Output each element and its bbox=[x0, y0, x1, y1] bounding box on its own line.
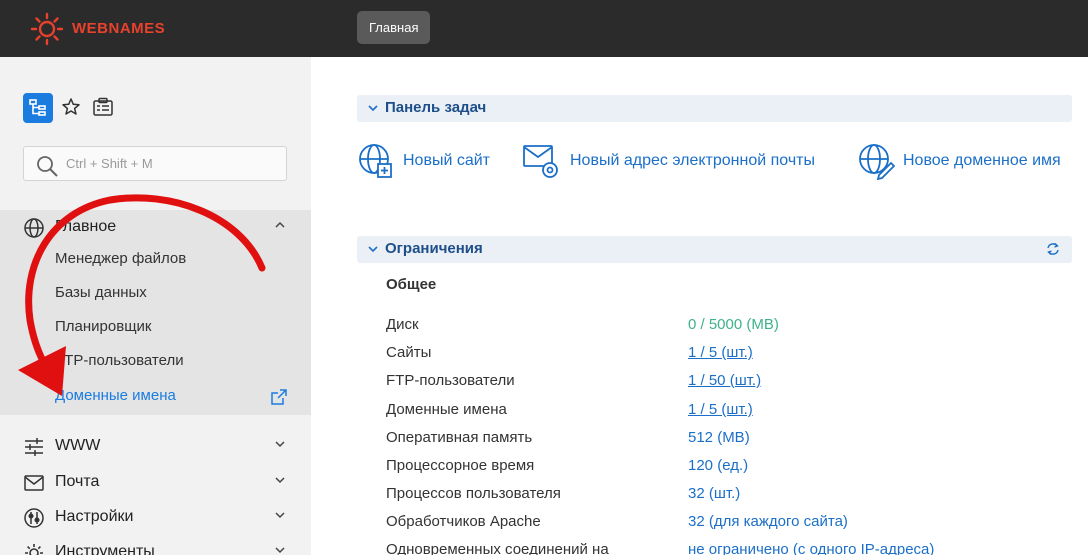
globe-plus-icon bbox=[359, 144, 392, 178]
tree-icon bbox=[29, 99, 46, 116]
star-icon bbox=[62, 98, 80, 115]
limit-key: Сайты bbox=[386, 344, 432, 361]
globe-icon bbox=[24, 218, 44, 238]
task-new-email-label: Новый адрес электронной почты bbox=[570, 152, 815, 169]
limits-section-title: Общее bbox=[386, 276, 437, 293]
external-link-icon[interactable] bbox=[270, 388, 288, 406]
limit-key: Процессорное время bbox=[386, 457, 535, 474]
search-input[interactable] bbox=[66, 153, 276, 174]
nav-group-tools-label: Инструменты bbox=[55, 543, 155, 555]
task-new-domain-label: Новое доменное имя bbox=[903, 152, 1061, 169]
limit-value: 0 / 5000 (MB) bbox=[688, 316, 779, 333]
clipboard-button[interactable] bbox=[92, 97, 114, 122]
tools-icon bbox=[25, 544, 43, 555]
nav-group-mail[interactable]: Почта bbox=[0, 465, 311, 499]
sliders-icon bbox=[25, 438, 43, 456]
settings-icon bbox=[24, 508, 44, 528]
limit-row: Доменные имена 1 / 5 (шт.) bbox=[386, 401, 1076, 421]
sidebar-item-ftp-users[interactable]: FTP-пользователи bbox=[55, 352, 184, 369]
task-new-site-label: Новый сайт bbox=[403, 152, 490, 169]
nav-group-main: Главное bbox=[0, 210, 311, 415]
task-new-domain[interactable]: Новое доменное имя bbox=[857, 142, 1061, 180]
limit-row: Процессорное время 120 (ед.) bbox=[386, 457, 1076, 477]
nav-group-main-label: Главное bbox=[55, 218, 117, 235]
limit-key: Оперативная память bbox=[386, 429, 533, 446]
nav-group-settings[interactable]: Настройки bbox=[0, 500, 311, 534]
task-new-site[interactable]: Новый сайт bbox=[357, 142, 490, 180]
sidebar-item-file-manager[interactable]: Менеджер файлов bbox=[55, 250, 186, 267]
task-new-email[interactable]: Новый адрес электронной почты bbox=[522, 142, 815, 180]
limit-row: Диск 0 / 5000 (MB) bbox=[386, 316, 1076, 336]
limit-value: 32 (шт.) bbox=[688, 485, 741, 502]
limit-value-link[interactable]: 1 / 5 (шт.) bbox=[688, 401, 753, 418]
chevron-down-icon bbox=[275, 441, 285, 448]
limits-panel-header[interactable]: Ограничения bbox=[357, 236, 1072, 263]
refresh-icon[interactable] bbox=[1046, 242, 1060, 256]
limit-value-link[interactable]: 1 / 5 (шт.) bbox=[688, 344, 753, 361]
chevron-down-icon bbox=[368, 105, 378, 112]
logo-sun-icon bbox=[30, 12, 64, 46]
nav-group-main-header[interactable]: Главное bbox=[0, 210, 311, 244]
limit-key: Одновременных соединений на bbox=[386, 541, 609, 555]
limit-value-link[interactable]: 1 / 50 (шт.) bbox=[688, 372, 761, 389]
limit-value: 120 (ед.) bbox=[688, 457, 749, 474]
nav-group-tools[interactable]: Инструменты bbox=[0, 535, 311, 555]
limits-panel-title: Ограничения bbox=[385, 240, 483, 257]
chevron-up-icon bbox=[275, 221, 285, 228]
limit-key: Обработчиков Apache bbox=[386, 513, 541, 530]
limit-key: Доменные имена bbox=[386, 401, 507, 418]
chevron-down-icon bbox=[275, 512, 285, 519]
limit-value: 512 (MB) bbox=[688, 429, 750, 446]
search-icon bbox=[37, 156, 58, 177]
sidebar: Главное Менеджер файлов Базы данных План… bbox=[0, 57, 311, 555]
limit-key: FTP-пользователи bbox=[386, 372, 515, 389]
sidebar-item-domain-names[interactable]: Доменные имена bbox=[55, 387, 176, 404]
limit-value: 32 (для каждого сайта) bbox=[688, 513, 848, 530]
limit-key: Диск bbox=[386, 316, 419, 333]
mail-icon bbox=[24, 475, 44, 491]
limit-row: Обработчиков Apache 32 (для каждого сайт… bbox=[386, 513, 1076, 533]
favorites-button[interactable] bbox=[61, 97, 81, 122]
logo[interactable]: WEBNAMES bbox=[26, 10, 165, 46]
top-bar: WEBNAMES Главная bbox=[0, 0, 1088, 57]
search-box[interactable] bbox=[23, 146, 287, 181]
nav-group-mail-label: Почта bbox=[55, 473, 100, 490]
nav-group-www[interactable]: WWW bbox=[0, 429, 311, 463]
tree-view-button[interactable] bbox=[23, 93, 53, 123]
sidebar-item-scheduler[interactable]: Планировщик bbox=[55, 318, 151, 335]
mail-gear-icon bbox=[523, 145, 558, 178]
nav-group-www-label: WWW bbox=[55, 437, 101, 454]
tasks-panel-title: Панель задач bbox=[385, 99, 487, 116]
globe-pen-icon bbox=[859, 144, 895, 180]
tasks-panel-header[interactable]: Панель задач bbox=[357, 95, 1072, 122]
chevron-down-icon bbox=[368, 246, 378, 253]
logo-text: WEBNAMES bbox=[72, 19, 166, 37]
chevron-down-icon bbox=[275, 547, 285, 554]
limit-row: Оперативная память 512 (MB) bbox=[386, 429, 1076, 449]
limit-value-link[interactable]: не ограничено (с одного IP-адреса) bbox=[688, 541, 934, 555]
limit-row: Одновременных соединений на не ограничен… bbox=[386, 541, 1076, 555]
nav-group-settings-label: Настройки bbox=[55, 508, 134, 525]
limit-row: Сайты 1 / 5 (шт.) bbox=[386, 344, 1076, 364]
chevron-down-icon bbox=[275, 477, 285, 484]
sidebar-item-databases[interactable]: Базы данных bbox=[55, 284, 147, 301]
limit-key: Процессов пользователя bbox=[386, 485, 561, 502]
clipboard-icon bbox=[93, 97, 113, 116]
home-tab[interactable]: Главная bbox=[357, 11, 431, 44]
limit-row: FTP-пользователи 1 / 50 (шт.) bbox=[386, 372, 1076, 392]
limit-row: Процессов пользователя 32 (шт.) bbox=[386, 485, 1076, 505]
